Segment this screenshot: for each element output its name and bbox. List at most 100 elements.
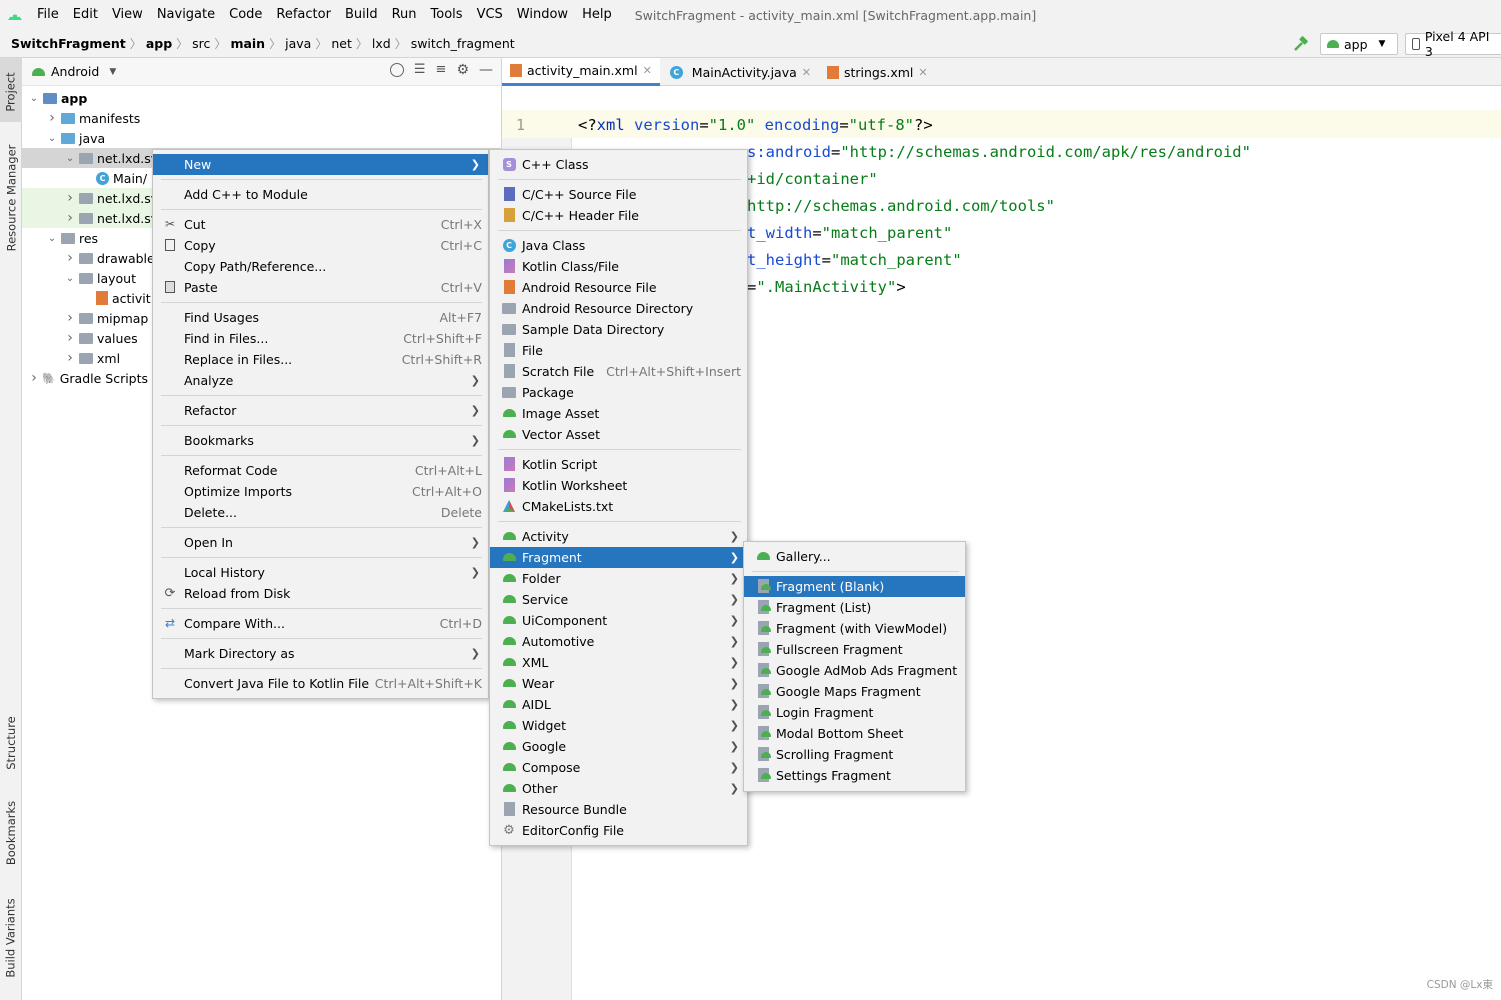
menu-item-wear[interactable]: Wear ❯ bbox=[490, 673, 747, 694]
menu-item-uicomponent[interactable]: UiComponent ❯ bbox=[490, 610, 747, 631]
menu-item-find-in-files[interactable]: Find in Files... Ctrl+Shift+F bbox=[153, 328, 488, 349]
menu-item-editorconfig-file[interactable]: ⚙ EditorConfig File bbox=[490, 820, 747, 841]
menu-item-find-usages[interactable]: Find Usages Alt+F7 bbox=[153, 307, 488, 328]
menu-item-image-asset[interactable]: Image Asset bbox=[490, 403, 747, 424]
menu-item-google-admob-ads-fragment[interactable]: Google AdMob Ads Fragment bbox=[744, 660, 965, 681]
breadcrumb-java[interactable]: java bbox=[282, 36, 314, 51]
menu-item-scrolling-fragment[interactable]: Scrolling Fragment bbox=[744, 744, 965, 765]
chevron-right-icon[interactable]: › bbox=[64, 210, 76, 226]
menu-file[interactable]: File bbox=[30, 0, 66, 30]
breadcrumb-lxd[interactable]: lxd bbox=[369, 36, 394, 51]
menu-item-file[interactable]: File bbox=[490, 340, 747, 361]
gear-icon[interactable]: ⚙ bbox=[456, 63, 469, 77]
menu-item-automotive[interactable]: Automotive ❯ bbox=[490, 631, 747, 652]
menu-item-vector-asset[interactable]: Vector Asset bbox=[490, 424, 747, 445]
close-icon[interactable]: ✕ bbox=[643, 64, 652, 77]
chevron-down-icon[interactable]: ⌄ bbox=[28, 93, 40, 104]
menu-item-other[interactable]: Other ❯ bbox=[490, 778, 747, 799]
breadcrumb-app[interactable]: app bbox=[143, 36, 175, 51]
chevron-right-icon[interactable]: › bbox=[64, 350, 76, 366]
menu-item-android-resource-directory[interactable]: Android Resource Directory bbox=[490, 298, 747, 319]
chevron-right-icon[interactable]: › bbox=[64, 330, 76, 346]
chevron-right-icon[interactable]: › bbox=[46, 110, 58, 126]
tree-item-app[interactable]: ⌄ app bbox=[22, 88, 502, 108]
breadcrumb-switchfragment[interactable]: SwitchFragment bbox=[8, 36, 129, 51]
menu-item-xml[interactable]: XML ❯ bbox=[490, 652, 747, 673]
menu-item-modal-bottom-sheet[interactable]: Modal Bottom Sheet bbox=[744, 723, 965, 744]
menu-item-activity[interactable]: Activity ❯ bbox=[490, 526, 747, 547]
menu-vcs[interactable]: VCS bbox=[470, 0, 510, 30]
menu-item-scratch-file[interactable]: Scratch File Ctrl+Alt+Shift+Insert bbox=[490, 361, 747, 382]
dropdown-arrow-icon[interactable]: ▼ bbox=[109, 67, 116, 77]
menu-item-folder[interactable]: Folder ❯ bbox=[490, 568, 747, 589]
menu-item-fragment-with-viewmodel[interactable]: Fragment (with ViewModel) bbox=[744, 618, 965, 639]
menu-item-c-class[interactable]: S C++ Class bbox=[490, 154, 747, 175]
menu-item-package[interactable]: Package bbox=[490, 382, 747, 403]
tree-item-java[interactable]: ⌄ java bbox=[22, 128, 502, 148]
structure-tab[interactable]: Structure bbox=[0, 708, 22, 778]
locate-icon[interactable] bbox=[389, 63, 404, 77]
chevron-right-icon[interactable]: › bbox=[64, 190, 76, 206]
menu-item-service[interactable]: Service ❯ bbox=[490, 589, 747, 610]
menu-item-add-c-to-module[interactable]: Add C++ to Module bbox=[153, 184, 488, 205]
menu-item-c-c-source-file[interactable]: C/C++ Source File bbox=[490, 184, 747, 205]
close-icon[interactable]: ✕ bbox=[918, 66, 927, 79]
chevron-right-icon[interactable]: › bbox=[64, 250, 76, 266]
menu-item-optimize-imports[interactable]: Optimize Imports Ctrl+Alt+O bbox=[153, 481, 488, 502]
resource-manager-tab[interactable]: Resource Manager bbox=[0, 138, 22, 258]
menu-item-google-maps-fragment[interactable]: Google Maps Fragment bbox=[744, 681, 965, 702]
project-tool-tab[interactable]: Project bbox=[0, 62, 22, 122]
menu-item-fragment-list[interactable]: Fragment (List) bbox=[744, 597, 965, 618]
menu-item-reload-from-disk[interactable]: ⟳ Reload from Disk bbox=[153, 583, 488, 604]
chevron-down-icon[interactable]: ⌄ bbox=[46, 233, 58, 244]
tab-strings-xml[interactable]: strings.xml ✕ bbox=[819, 58, 936, 86]
menu-item-cmakelists-txt[interactable]: CMakeLists.txt bbox=[490, 496, 747, 517]
menu-item-open-in[interactable]: Open In ❯ bbox=[153, 532, 488, 553]
tab-activity-main-xml[interactable]: activity_main.xml ✕ bbox=[502, 58, 660, 86]
menu-refactor[interactable]: Refactor bbox=[269, 0, 338, 30]
menu-item-replace-in-files[interactable]: Replace in Files... Ctrl+Shift+R bbox=[153, 349, 488, 370]
tab-mainactivity-java[interactable]: C MainActivity.java ✕ bbox=[660, 58, 819, 86]
menu-edit[interactable]: Edit bbox=[66, 0, 105, 30]
menu-item-settings-fragment[interactable]: Settings Fragment bbox=[744, 765, 965, 786]
breadcrumb-switch-fragment[interactable]: switch_fragment bbox=[408, 36, 518, 51]
menu-item-login-fragment[interactable]: Login Fragment bbox=[744, 702, 965, 723]
menu-item-resource-bundle[interactable]: Resource Bundle bbox=[490, 799, 747, 820]
chevron-right-icon[interactable]: › bbox=[64, 310, 76, 326]
menu-item-refactor[interactable]: Refactor ❯ bbox=[153, 400, 488, 421]
tree-item-manifests[interactable]: › manifests bbox=[22, 108, 502, 128]
breadcrumb-main[interactable]: main bbox=[227, 36, 268, 51]
menu-item-bookmarks[interactable]: Bookmarks ❯ bbox=[153, 430, 488, 451]
expand-all-icon[interactable]: ☰ bbox=[414, 63, 426, 77]
bookmarks-tab[interactable]: Bookmarks bbox=[0, 793, 22, 873]
menu-item-paste[interactable]: Paste Ctrl+V bbox=[153, 277, 488, 298]
chevron-down-icon[interactable]: ⌄ bbox=[64, 273, 76, 284]
menu-item-delete[interactable]: Delete... Delete bbox=[153, 502, 488, 523]
menu-item-new[interactable]: New ❯ bbox=[153, 154, 488, 175]
run-configuration-select[interactable]: app ▼ bbox=[1320, 33, 1398, 55]
menu-view[interactable]: View bbox=[105, 0, 150, 30]
menu-item-cut[interactable]: ✂ Cut Ctrl+X bbox=[153, 214, 488, 235]
menu-item-java-class[interactable]: C Java Class bbox=[490, 235, 747, 256]
menu-tools[interactable]: Tools bbox=[424, 0, 470, 30]
chevron-down-icon[interactable]: ⌄ bbox=[46, 133, 58, 144]
menu-window[interactable]: Window bbox=[510, 0, 575, 30]
close-icon[interactable]: ✕ bbox=[802, 66, 811, 79]
build-variants-tab[interactable]: Build Variants bbox=[0, 888, 22, 988]
menu-navigate[interactable]: Navigate bbox=[150, 0, 222, 30]
menu-item-compare-with[interactable]: ⇄ Compare With... Ctrl+D bbox=[153, 613, 488, 634]
menu-item-sample-data-directory[interactable]: Sample Data Directory bbox=[490, 319, 747, 340]
menu-item-fragment[interactable]: Fragment ❯ bbox=[490, 547, 747, 568]
hide-icon[interactable]: — bbox=[479, 63, 493, 77]
menu-item-fullscreen-fragment[interactable]: Fullscreen Fragment bbox=[744, 639, 965, 660]
menu-item-kotlin-script[interactable]: Kotlin Script bbox=[490, 454, 747, 475]
menu-item-copy[interactable]: Copy Ctrl+C bbox=[153, 235, 488, 256]
build-hammer-icon[interactable] bbox=[1292, 35, 1310, 53]
menu-item-mark-directory-as[interactable]: Mark Directory as ❯ bbox=[153, 643, 488, 664]
device-select[interactable]: Pixel 4 API 3 bbox=[1405, 29, 1501, 59]
menu-item-android-resource-file[interactable]: Android Resource File bbox=[490, 277, 747, 298]
menu-item-analyze[interactable]: Analyze ❯ bbox=[153, 370, 488, 391]
menu-help[interactable]: Help bbox=[575, 0, 619, 30]
menu-build[interactable]: Build bbox=[338, 0, 385, 30]
chevron-down-icon[interactable]: ⌄ bbox=[64, 153, 76, 164]
